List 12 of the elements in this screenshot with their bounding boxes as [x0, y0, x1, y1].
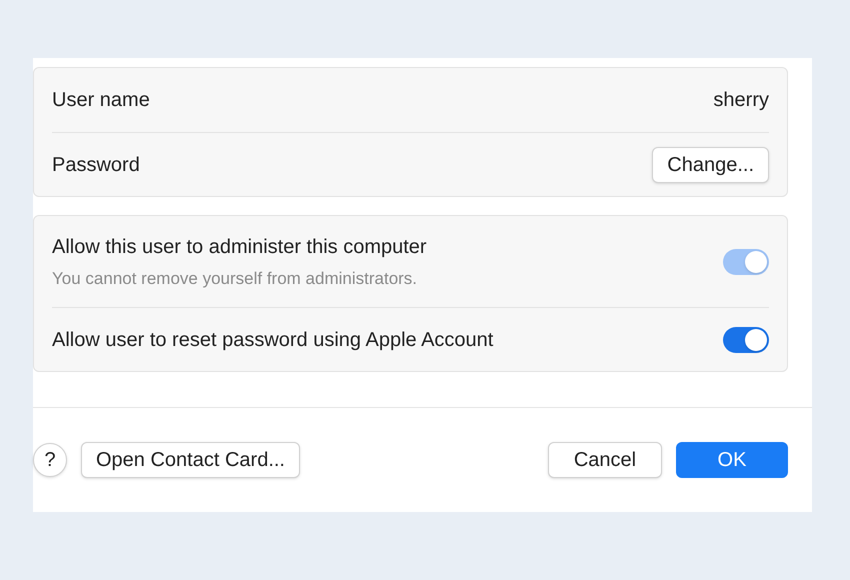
help-button[interactable]: ?: [33, 443, 67, 477]
cancel-button[interactable]: Cancel: [548, 442, 662, 478]
user-name-value: sherry: [713, 88, 769, 113]
ok-button[interactable]: OK: [676, 442, 788, 478]
option-note: You cannot remove yourself from administrators.: [52, 268, 418, 290]
change-button[interactable]: Change...: [652, 146, 769, 182]
field-label: Password: [52, 152, 140, 178]
toggle-switch[interactable]: [723, 326, 769, 352]
option-label: Allow user to reset password using Apple Account: [52, 328, 494, 352]
open-contact-card-button[interactable]: Open Contact Card...: [81, 442, 300, 478]
option-label: Allow this user to administer this computer: [52, 234, 427, 260]
field-label: User name: [52, 88, 150, 113]
